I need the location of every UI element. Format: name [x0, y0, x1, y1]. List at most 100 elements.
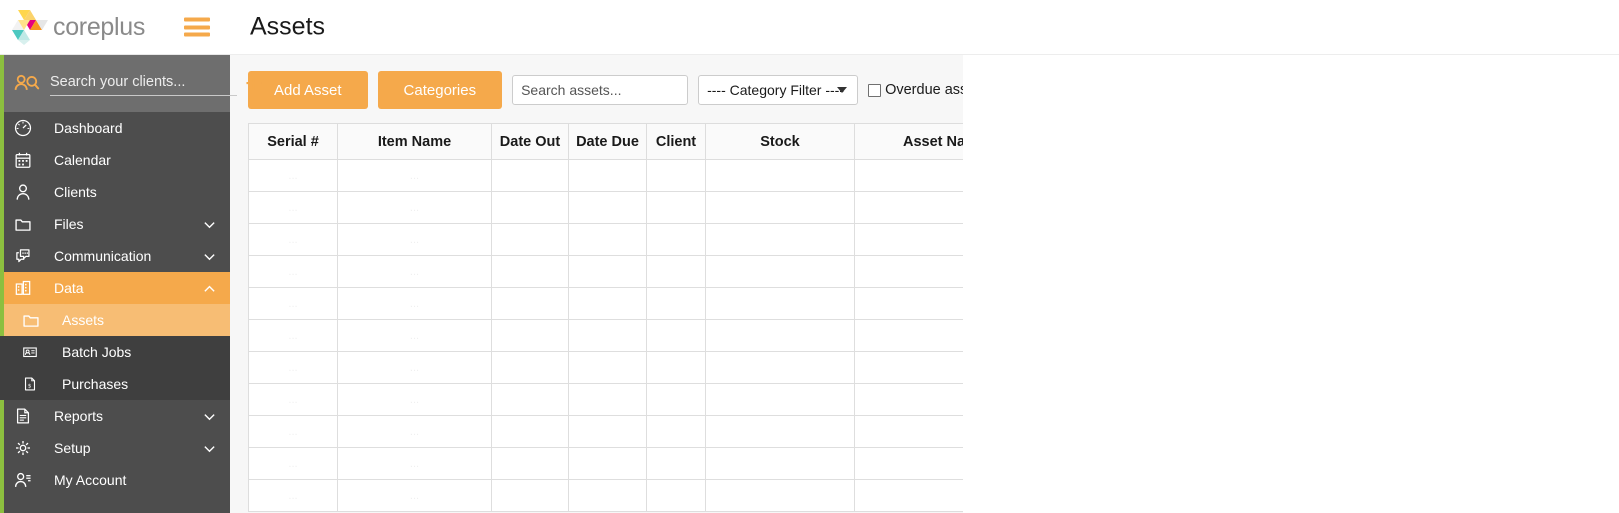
folder-icon: [22, 311, 48, 329]
table-cell: ...: [248, 479, 338, 512]
table-row[interactable]: ......: [248, 159, 963, 192]
table-cell: [646, 223, 706, 256]
table-cell: [491, 223, 569, 256]
table-cell: [854, 287, 963, 320]
column-header-client[interactable]: Client: [646, 123, 706, 160]
sidebar-item-batch-jobs[interactable]: Batch Jobs: [0, 336, 230, 368]
batch-card-icon: [22, 344, 48, 360]
column-header-stock[interactable]: Stock: [705, 123, 855, 160]
folder-icon: [14, 215, 40, 233]
table-cell: [854, 223, 963, 256]
assets-table-body: ........................................…: [248, 159, 963, 512]
column-header-asset-name[interactable]: Asset Name: [854, 123, 963, 160]
user-account-icon: [14, 471, 40, 489]
column-header-serial[interactable]: Serial #: [248, 123, 338, 160]
table-cell: [705, 479, 855, 512]
table-cell: [705, 351, 855, 384]
column-header-item-name[interactable]: Item Name: [337, 123, 492, 160]
table-cell: [705, 159, 855, 192]
sidebar-item-data[interactable]: Data: [0, 272, 230, 304]
table-cell: [646, 415, 706, 448]
sidebar-item-label: Data: [54, 280, 84, 296]
table-cell: [646, 479, 706, 512]
table-row[interactable]: ......: [248, 383, 963, 416]
client-search-row: +: [0, 55, 263, 112]
table-row[interactable]: ......: [248, 479, 963, 512]
table-cell: [491, 287, 569, 320]
client-search-input[interactable]: [50, 71, 237, 96]
gear-icon: [14, 439, 40, 457]
hamburger-menu-icon[interactable]: [184, 17, 210, 37]
column-header-date-due[interactable]: Date Due: [568, 123, 647, 160]
table-row[interactable]: ......: [248, 191, 963, 224]
table-cell: [854, 191, 963, 224]
svg-text:$: $: [28, 383, 32, 389]
sidebar-item-label: Batch Jobs: [62, 344, 132, 360]
coreplus-triangles-logo: [8, 7, 50, 47]
sidebar-item-dashboard[interactable]: Dashboard: [0, 112, 230, 144]
table-cell: ...: [337, 415, 492, 448]
table-cell: [705, 415, 855, 448]
table-cell: [568, 223, 647, 256]
table-row[interactable]: ......: [248, 415, 963, 448]
table-cell: [491, 159, 569, 192]
table-cell: [491, 447, 569, 480]
table-cell: [854, 255, 963, 288]
table-cell: [568, 479, 647, 512]
table-cell: [705, 223, 855, 256]
table-cell: [568, 447, 647, 480]
categories-button[interactable]: Categories: [377, 71, 503, 109]
table-row[interactable]: ......: [248, 447, 963, 480]
table-cell: ...: [248, 191, 338, 224]
table-cell: [705, 383, 855, 416]
table-cell: ...: [248, 287, 338, 320]
sidebar-item-label: Reports: [54, 408, 104, 424]
table-cell: [854, 479, 963, 512]
category-filter-value: ---- Category Filter ----: [707, 82, 844, 98]
table-cell: [646, 191, 706, 224]
table-cell: ...: [248, 351, 338, 384]
table-row[interactable]: ......: [248, 223, 963, 256]
sidebar-item-files[interactable]: Files: [0, 208, 230, 240]
sidebar-item-reports[interactable]: Reports: [0, 400, 230, 432]
assets-toolbar: Add Asset Categories ---- Category Filte…: [230, 55, 963, 123]
sidebar-item-purchases[interactable]: $ Purchases: [0, 368, 230, 400]
search-assets-input[interactable]: [512, 75, 689, 105]
sidebar-item-calendar[interactable]: Calendar: [0, 144, 230, 176]
table-cell: [646, 287, 706, 320]
sidebar-item-communication[interactable]: Communication: [0, 240, 230, 272]
table-cell: [854, 351, 963, 384]
table-cell: ...: [337, 383, 492, 416]
table-cell: ...: [248, 447, 338, 480]
table-row[interactable]: ......: [248, 351, 963, 384]
add-asset-button[interactable]: Add Asset: [248, 71, 368, 109]
table-row[interactable]: ......: [248, 287, 963, 320]
checkbox-box[interactable]: [868, 83, 882, 97]
chevron-down-icon: [203, 442, 216, 455]
chevron-down-icon: [203, 410, 216, 423]
add-client-plus-icon[interactable]: +: [245, 68, 263, 98]
table-cell: ...: [248, 319, 338, 352]
table-cell: ...: [337, 159, 492, 192]
table-cell: ...: [337, 479, 492, 512]
invoice-dollar-icon: $: [22, 376, 48, 392]
table-cell: ...: [248, 383, 338, 416]
table-cell: [491, 319, 569, 352]
sidebar-item-my-account[interactable]: My Account: [0, 464, 230, 496]
overdue-assets-label: Overdue assets: [885, 82, 963, 98]
category-filter-select[interactable]: ---- Category Filter ----: [698, 75, 859, 105]
document-lines-icon: [14, 407, 40, 425]
table-cell: [568, 351, 647, 384]
table-row[interactable]: ......: [248, 319, 963, 352]
sidebar-item-setup[interactable]: Setup: [0, 432, 230, 464]
overdue-assets-checkbox[interactable]: Overdue assets: [868, 82, 963, 98]
table-cell: [705, 191, 855, 224]
table-cell: ...: [337, 319, 492, 352]
sidebar-item-clients[interactable]: Clients: [0, 176, 230, 208]
chat-bubble-icon: [14, 247, 40, 265]
assets-table: Serial # Item Name Date Out Date Due Cli…: [248, 123, 963, 512]
table-row[interactable]: ......: [248, 255, 963, 288]
sidebar-item-assets[interactable]: Assets: [0, 304, 230, 336]
column-header-date-out[interactable]: Date Out: [491, 123, 569, 160]
table-cell: [491, 479, 569, 512]
